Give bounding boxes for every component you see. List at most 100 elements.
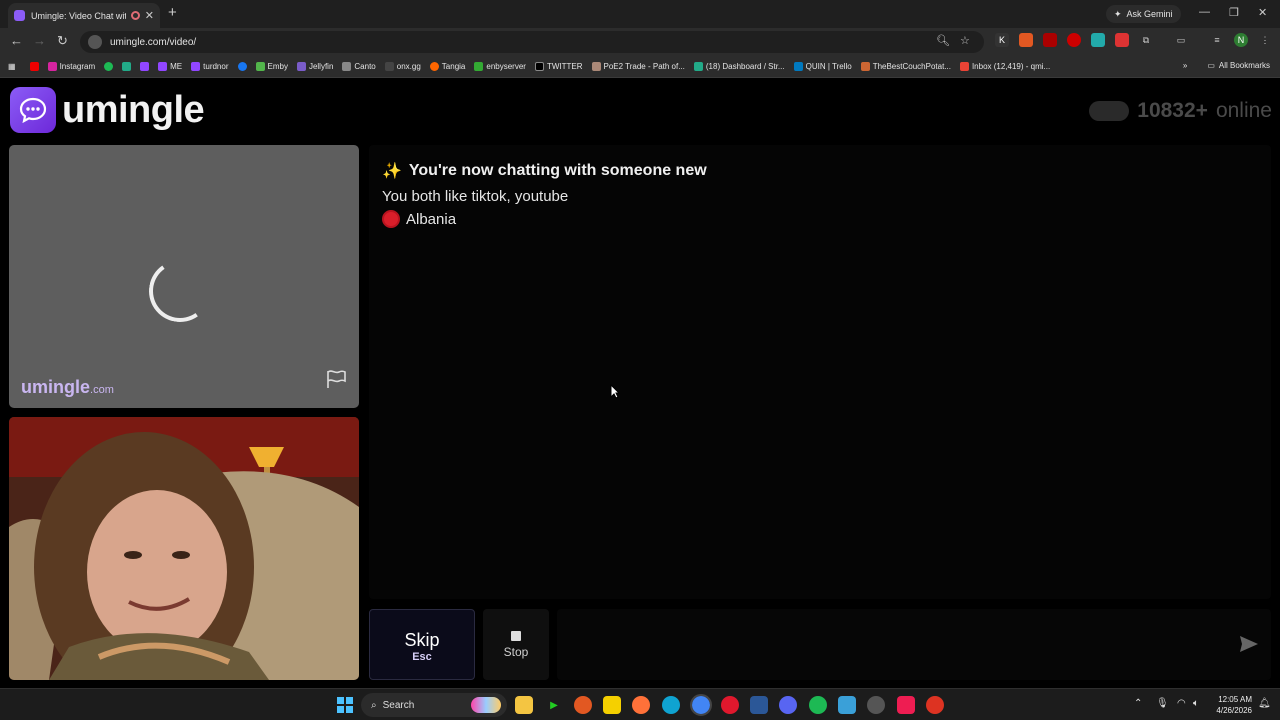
send-icon[interactable] bbox=[1239, 635, 1259, 658]
browser-menu-icon[interactable]: ⋮ bbox=[1258, 33, 1272, 47]
all-bookmarks-button[interactable]: » ▭ All Bookmarks bbox=[1183, 61, 1270, 70]
microphone-icon[interactable]: 🎙︎ bbox=[1156, 698, 1169, 709]
chrome-icon[interactable] bbox=[690, 694, 712, 716]
edge-icon[interactable] bbox=[662, 696, 680, 714]
windows-taskbar: ⌕ Search ▶ ⌃ 🎙︎ ◠ 🔈︎ 12:05 AM 4/26/2026 … bbox=[0, 688, 1280, 720]
browser-tab-strip: Umingle: Video Chat with S ✕ + ✦ Ask Gem… bbox=[0, 0, 1280, 28]
spotify-icon[interactable] bbox=[809, 696, 827, 714]
bookmark-emby[interactable]: Emby bbox=[255, 62, 288, 71]
chat-log: ✨ You're now chatting with someone new Y… bbox=[369, 145, 1271, 599]
clock-time: 12:05 AM bbox=[1218, 695, 1252, 704]
new-tab-button[interactable]: + bbox=[168, 4, 177, 21]
headline-text: You're now chatting with someone new bbox=[408, 162, 707, 179]
close-tab-icon[interactable]: ✕ bbox=[145, 9, 154, 22]
bookmark-tangia[interactable]: Tangia bbox=[429, 62, 465, 71]
wifi-icon[interactable]: ◠ bbox=[1177, 698, 1186, 709]
obs-icon[interactable] bbox=[867, 696, 885, 714]
minimize-icon[interactable]: — bbox=[1199, 6, 1210, 18]
bookmark-couchpotato[interactable]: TheBestCouchPotat... bbox=[860, 62, 951, 71]
discord-icon[interactable] bbox=[779, 696, 797, 714]
site-info-icon[interactable] bbox=[88, 35, 102, 49]
play-app-icon[interactable]: ▶ bbox=[545, 696, 563, 714]
skip-label: Skip bbox=[404, 630, 440, 650]
app-blue-icon[interactable] bbox=[750, 696, 768, 714]
app-orange-icon[interactable] bbox=[574, 696, 592, 714]
extension-teal-icon[interactable] bbox=[1091, 33, 1105, 47]
app-red-icon[interactable] bbox=[926, 696, 944, 714]
extension-youtube-icon[interactable] bbox=[1067, 33, 1081, 47]
url-bar[interactable]: umingle.com/video/ 🔍︎ ☆ bbox=[80, 31, 984, 53]
reload-icon[interactable]: ↻ bbox=[57, 33, 68, 49]
bookmark-label: Canto bbox=[354, 62, 376, 71]
bookmark-jellyfin[interactable]: Jellyfin bbox=[296, 62, 333, 71]
tiktok-icon[interactable] bbox=[897, 696, 915, 714]
bookmark-onx[interactable]: onx.gg bbox=[384, 62, 421, 71]
tangia-icon bbox=[429, 62, 439, 71]
extensions-puzzle-icon[interactable]: ⧉ bbox=[1139, 33, 1153, 47]
message-input[interactable] bbox=[557, 609, 1217, 680]
forward-arrow-icon[interactable]: → bbox=[33, 33, 46, 48]
taskbar-clock[interactable]: 12:05 AM 4/26/2026 bbox=[1206, 694, 1252, 716]
shared-interests-text: You both like tiktok, youtube bbox=[382, 188, 569, 205]
bookmark-me[interactable]: ME bbox=[158, 62, 182, 71]
bookmark-inbox[interactable]: Inbox (12,419) - qmi... bbox=[959, 62, 1050, 71]
skip-button[interactable]: Skip Esc bbox=[369, 609, 475, 680]
poe-icon bbox=[591, 62, 601, 71]
ask-gemini-label: Ask Gemini bbox=[1126, 9, 1173, 19]
onx-icon bbox=[384, 62, 394, 71]
emby-icon bbox=[255, 62, 265, 71]
windows-start-icon[interactable] bbox=[337, 697, 353, 713]
overflow-chevron-icon[interactable]: » bbox=[1183, 61, 1187, 70]
bookmark-spotify[interactable] bbox=[104, 62, 114, 71]
extension-red-icon[interactable] bbox=[1043, 33, 1057, 47]
notifications-icon[interactable]: 🔔︎ bbox=[1258, 698, 1271, 709]
loading-spinner-icon bbox=[144, 255, 216, 327]
zoom-icon[interactable]: 🔍︎ bbox=[936, 34, 950, 47]
bookmark-canto[interactable]: Canto bbox=[342, 62, 376, 71]
bookmark-instagram[interactable]: Instagram bbox=[47, 62, 95, 71]
bookmark-app[interactable] bbox=[122, 62, 132, 71]
media-controls-icon[interactable]: ≡ bbox=[1210, 33, 1224, 47]
clock-date: 4/26/2026 bbox=[1216, 706, 1252, 715]
profile-avatar-icon[interactable]: N bbox=[1234, 33, 1248, 47]
sparkles-icon: ✨ bbox=[382, 163, 402, 180]
youtube-icon bbox=[29, 62, 39, 71]
umingle-logo[interactable]: umingle bbox=[10, 87, 205, 133]
stop-label: Stop bbox=[503, 645, 529, 659]
sticky-notes-icon[interactable] bbox=[603, 696, 621, 714]
webcam-feed-image bbox=[9, 417, 359, 680]
extension-orange-icon[interactable] bbox=[1019, 33, 1033, 47]
stop-button[interactable]: Stop bbox=[483, 609, 549, 680]
bookmark-enbyserver[interactable]: enbyserver bbox=[474, 62, 526, 71]
tray-overflow-icon[interactable]: ⌃ bbox=[1134, 698, 1142, 709]
report-flag-icon[interactable] bbox=[325, 369, 347, 394]
extension-ublock-icon[interactable] bbox=[1115, 33, 1129, 47]
bookmark-star-icon[interactable]: ☆ bbox=[960, 34, 970, 47]
theme-toggle[interactable] bbox=[1089, 101, 1130, 121]
browser-tab-umingle[interactable]: Umingle: Video Chat with S ✕ bbox=[8, 3, 160, 28]
canto-icon bbox=[342, 62, 352, 71]
maximize-icon[interactable]: ❐ bbox=[1229, 6, 1239, 19]
bookmark-poe2[interactable]: PoE2 Trade - Path of... bbox=[591, 62, 685, 71]
bookmark-turdnor[interactable]: turdnor bbox=[191, 62, 229, 71]
notepad-icon[interactable] bbox=[838, 696, 856, 714]
instagram-icon bbox=[47, 62, 57, 71]
volume-icon[interactable]: 🔈︎ bbox=[1193, 698, 1199, 709]
screen-cast-icon[interactable]: ▭ bbox=[1174, 33, 1188, 47]
bookmark-youtube[interactable] bbox=[29, 62, 39, 71]
close-window-icon[interactable]: ✕ bbox=[1258, 6, 1267, 19]
file-explorer-icon[interactable] bbox=[515, 696, 533, 714]
bookmark-dashboard[interactable]: (18) Dashboard / Str... bbox=[693, 62, 785, 71]
bookmark-trello[interactable]: QUIN | Trello bbox=[793, 62, 852, 71]
back-arrow-icon[interactable]: ← bbox=[10, 33, 23, 48]
facebook-icon bbox=[237, 62, 247, 71]
bookmark-twitter[interactable]: TWITTER bbox=[534, 62, 583, 71]
extension-k-icon[interactable]: K bbox=[995, 33, 1009, 47]
firefox-icon[interactable] bbox=[632, 696, 650, 714]
opera-icon[interactable] bbox=[721, 696, 739, 714]
ask-gemini-button[interactable]: ✦ Ask Gemini bbox=[1106, 5, 1181, 23]
taskbar-search[interactable]: ⌕ Search bbox=[361, 693, 507, 717]
bookmark-twitch[interactable] bbox=[140, 62, 150, 71]
bookmark-facebook[interactable] bbox=[237, 62, 247, 71]
apps-grid-icon[interactable]: ▦ bbox=[8, 62, 16, 71]
